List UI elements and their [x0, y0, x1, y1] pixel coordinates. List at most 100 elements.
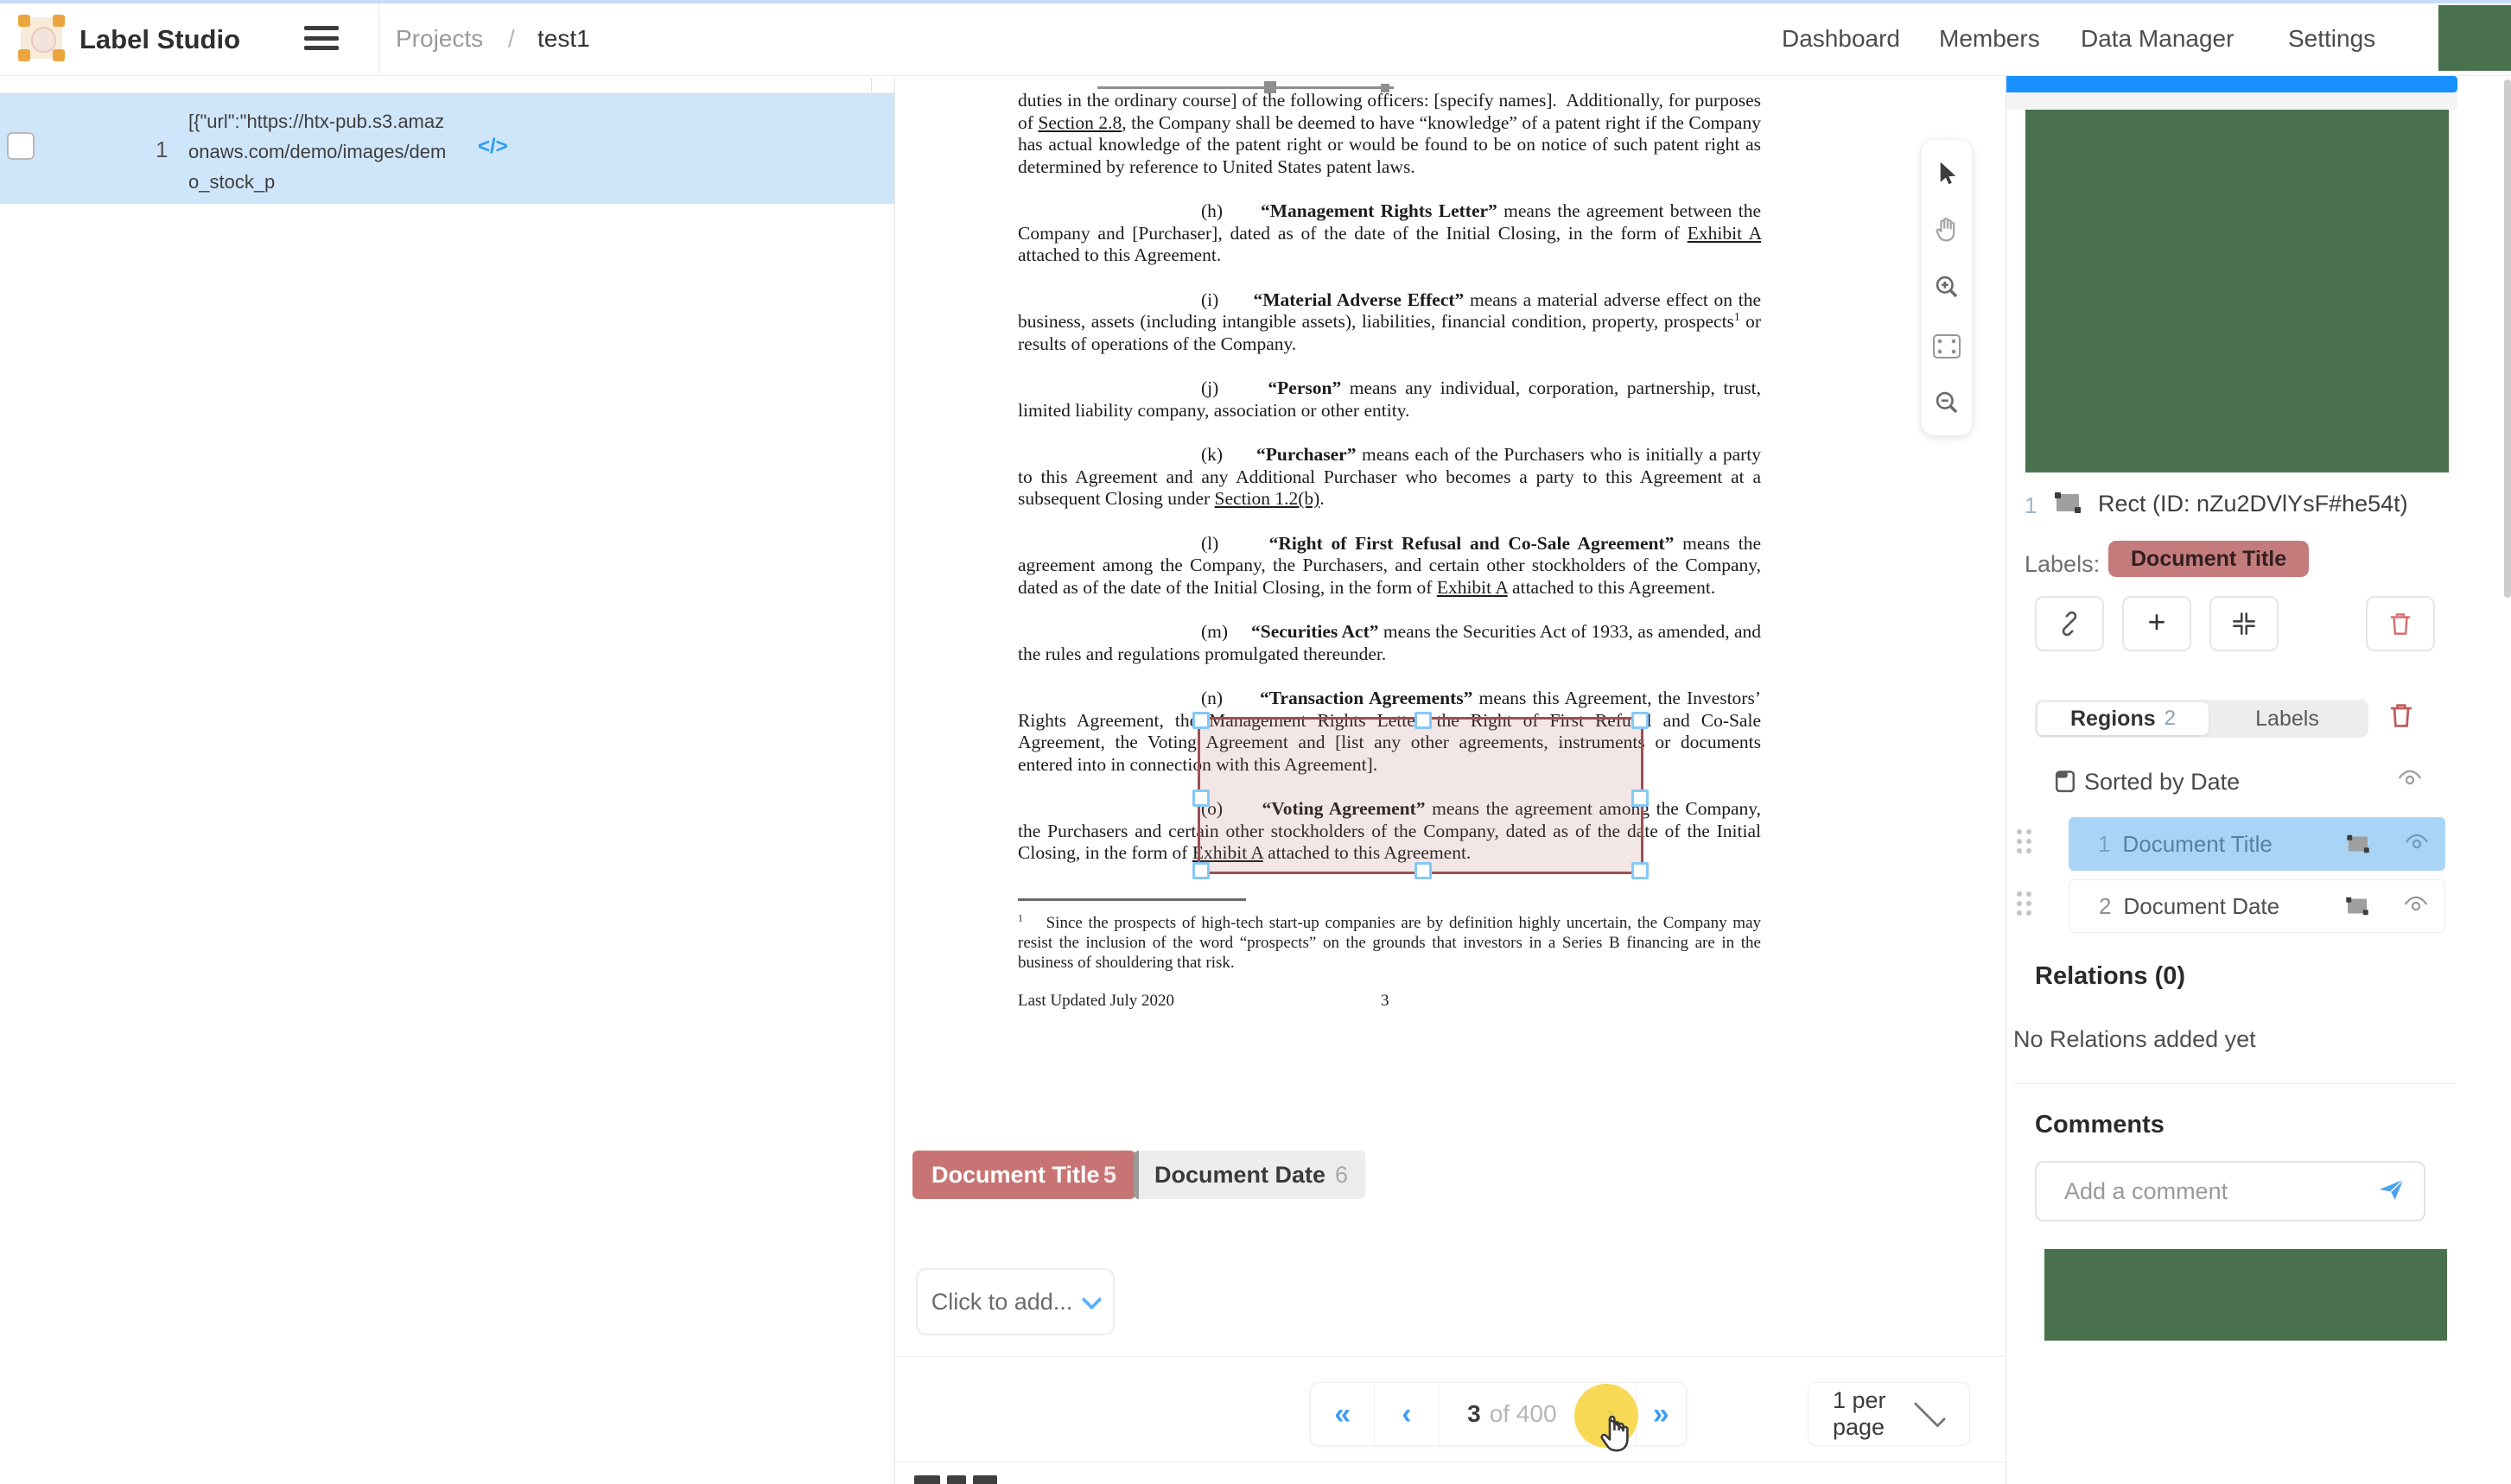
task-checkbox[interactable] [7, 132, 35, 160]
nav-dashboard[interactable]: Dashboard [1782, 25, 1900, 53]
add-region-button[interactable]: + [2122, 596, 2191, 651]
resize-handle-nw[interactable] [1192, 712, 1210, 729]
region-order: 1 [2025, 492, 2037, 519]
document-footer: Last Updated July 2020 3 [1018, 992, 1761, 1011]
breadcrumb-separator: / [508, 25, 515, 53]
task-list-panel: 1 [{"url":"https://htx-pub.s3.amazonaws.… [0, 76, 895, 1484]
comments-title: Comments [2035, 1111, 2165, 1139]
comment-input[interactable] [2037, 1177, 2377, 1206]
hamburger-menu-icon[interactable] [304, 26, 339, 50]
app-header: Label Studio Projects / test1 Dashboard … [0, 0, 2511, 76]
region-index: 1 [2098, 831, 2110, 858]
selected-region-rect[interactable] [1198, 717, 1643, 874]
label-button-document-title[interactable]: Document Title 5 [912, 1151, 1135, 1199]
region-list-item[interactable]: 2 Document Date [2069, 879, 2445, 933]
divider [2013, 1083, 2456, 1084]
breadcrumb-projects[interactable]: Projects [396, 25, 483, 53]
create-relation-button[interactable] [2035, 596, 2104, 651]
toggle-all-visibility-eye-icon[interactable] [2397, 767, 2423, 794]
label-text: Document Title [931, 1162, 1100, 1189]
prev-page-button[interactable]: ‹ [1375, 1383, 1439, 1445]
task-index: 1 [156, 136, 168, 163]
region-label-badge[interactable]: Document Title [2108, 541, 2309, 577]
label-button-document-date[interactable]: Document Date 6 [1134, 1151, 1365, 1199]
canvas-toolbar [1922, 140, 1972, 435]
tab-regions-count: 2 [2165, 707, 2176, 731]
offscreen-region-fragment [1097, 86, 1394, 89]
resize-handle-ne[interactable] [1631, 712, 1649, 729]
divider [895, 1356, 2005, 1357]
add-label-text: Click to add... [931, 1289, 1073, 1316]
breadcrumb-current: test1 [537, 25, 590, 53]
first-page-button[interactable]: « [1311, 1383, 1375, 1445]
region-index: 2 [2099, 893, 2111, 920]
avatar[interactable] [2438, 5, 2511, 71]
resize-handle-se[interactable] [1631, 862, 1649, 879]
annotation-sidebar: 1 Rect (ID: nZu2DVlYsF#he54t) Labels: Do… [2006, 76, 2511, 1484]
send-comment-icon[interactable] [2377, 1176, 2406, 1207]
header-divider [378, 0, 379, 75]
page-size-value: 1 per page [1809, 1387, 1913, 1441]
center-on-region-button[interactable] [2209, 596, 2279, 651]
last-page-button[interactable]: » [1637, 1383, 1686, 1445]
footer-left: Last Updated July 2020 [1018, 992, 1174, 1010]
region-label: Document Date [2123, 893, 2279, 920]
fit-screen-icon[interactable] [1933, 332, 1961, 359]
sorted-by-label[interactable]: Sorted by Date [2084, 769, 2240, 796]
nav-data-manager[interactable]: Data Manager [2081, 25, 2234, 53]
page-number: 3 [1381, 992, 1389, 1011]
cut-off-text [973, 1475, 997, 1484]
resize-handle-w[interactable] [1192, 790, 1210, 807]
pan-hand-icon[interactable] [1933, 216, 1961, 244]
resize-handle-e[interactable] [1631, 790, 1649, 807]
labels-caption: Labels: [2025, 551, 2100, 578]
visibility-eye-icon[interactable] [2403, 893, 2429, 920]
delete-region-button[interactable] [2366, 596, 2435, 651]
visibility-eye-icon[interactable] [2404, 831, 2430, 858]
drag-handle[interactable] [2017, 891, 2031, 916]
resize-handle-s[interactable] [1414, 862, 1432, 879]
delete-all-regions-button[interactable] [2388, 701, 2414, 733]
task-list-header [0, 76, 894, 93]
cut-off-text [914, 1475, 940, 1484]
app-title: Label Studio [79, 24, 240, 55]
region-label: Document Title [2122, 831, 2272, 858]
task-data-preview: [{"url":"https://htx-pub.s3.amazonaws.co… [188, 106, 448, 197]
task-row[interactable]: 1 [{"url":"https://htx-pub.s3.amazonaws.… [0, 93, 894, 204]
page-size-select[interactable]: 1 per page [1808, 1382, 1970, 1446]
image-thumbnail-redacted [2025, 110, 2449, 472]
document-footnote: 1 Since the prospects of high-tech start… [1018, 898, 1761, 973]
sort-order-icon[interactable] [2053, 769, 2077, 797]
nav-settings[interactable]: Settings [2288, 25, 2375, 53]
zoom-in-icon[interactable] [1933, 273, 1961, 301]
cut-off-text [947, 1475, 966, 1484]
document-canvas: duties in the ordinary course] of the fo… [895, 76, 2005, 1484]
window-top-strip [0, 0, 2511, 3]
label-text: Document Date [1154, 1162, 1325, 1189]
region-list-item-selected[interactable]: 1 Document Title [2069, 817, 2445, 871]
label-hotkey: 6 [1335, 1162, 1365, 1189]
select-cursor-icon[interactable] [1933, 159, 1961, 187]
footnote-rule [1018, 898, 1246, 901]
label-studio-logo-icon [21, 17, 62, 59]
resize-handle-sw[interactable] [1192, 862, 1210, 879]
add-label-button[interactable]: Click to add... [916, 1268, 1115, 1335]
scrollbar-thumb[interactable] [2504, 79, 2511, 598]
column-divider [871, 78, 872, 92]
nav-members[interactable]: Members [1939, 25, 2040, 53]
thumbnail-strip [2006, 92, 2457, 110]
drag-handle[interactable] [2017, 829, 2031, 853]
resize-handle-n[interactable] [1414, 712, 1432, 729]
label-hotkey: 5 [1103, 1162, 1135, 1189]
chevron-down-icon [1914, 1395, 1946, 1427]
tab-regions[interactable]: Regions 2 [2037, 702, 2209, 735]
relations-empty-text: No Relations added yet [2013, 1026, 2256, 1053]
tab-labels[interactable]: Labels [2209, 702, 2366, 735]
chevron-down-icon [1082, 1289, 1103, 1310]
zoom-out-icon[interactable] [1933, 389, 1961, 416]
link-icon [2056, 611, 2082, 637]
comment-box [2035, 1161, 2425, 1221]
plus-icon: + [2147, 604, 2165, 640]
code-icon[interactable]: </> [478, 135, 508, 159]
relations-title: Relations (0) [2035, 962, 2185, 991]
